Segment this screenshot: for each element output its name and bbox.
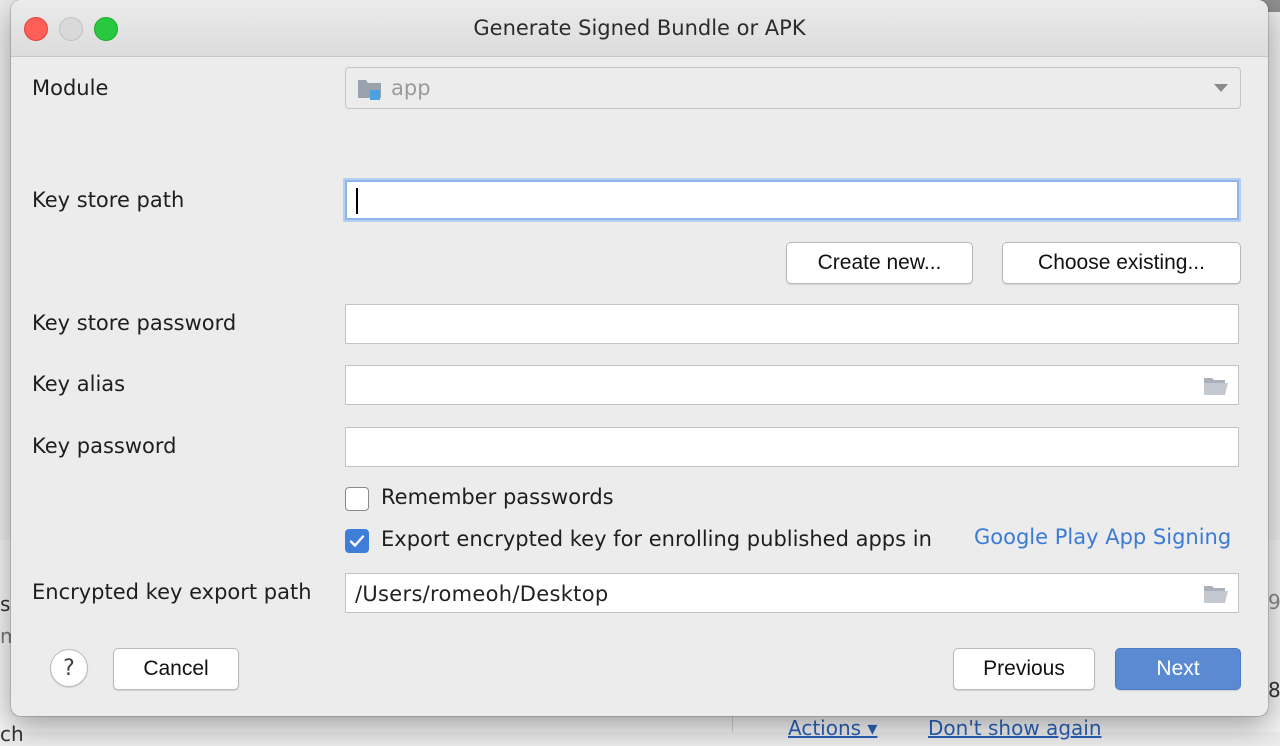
- background-fragment: s: [0, 592, 11, 616]
- title-bar: Generate Signed Bundle or APK: [11, 0, 1268, 57]
- help-button[interactable]: ?: [50, 649, 88, 687]
- create-new-button[interactable]: Create new...: [786, 242, 973, 284]
- export-encrypted-key-checkbox[interactable]: [345, 529, 369, 553]
- next-button[interactable]: Next: [1115, 648, 1241, 690]
- key-alias-label: Key alias: [32, 372, 126, 396]
- key-password-input[interactable]: [345, 427, 1239, 467]
- previous-button[interactable]: Previous: [953, 648, 1095, 690]
- remember-passwords-label: Remember passwords: [381, 485, 614, 509]
- actions-link[interactable]: Actions ▾: [788, 716, 877, 740]
- background-fragment: 8: [1268, 678, 1280, 702]
- google-play-app-signing-link[interactable]: Google Play App Signing: [974, 525, 1231, 549]
- background-divider: [732, 716, 733, 732]
- background-fragment: ch: [0, 722, 24, 746]
- generate-signed-bundle-dialog: Generate Signed Bundle or APK Module app…: [11, 0, 1268, 716]
- key-store-password-input[interactable]: [345, 304, 1239, 344]
- cancel-button[interactable]: Cancel: [113, 648, 239, 690]
- module-label: Module: [32, 76, 109, 100]
- encrypted-key-export-path-label: Encrypted key export path: [32, 580, 312, 604]
- module-folder-icon: [358, 80, 381, 100]
- background-fragment: 9: [1268, 590, 1280, 614]
- encrypted-key-export-path-input[interactable]: /Users/romeoh/Desktop: [345, 573, 1239, 613]
- module-select[interactable]: app: [345, 67, 1241, 109]
- background-notification-bar: ch Actions ▾ Don't show again: [0, 716, 1280, 746]
- key-store-password-label: Key store password: [32, 311, 237, 335]
- background-right-panel: 9 8: [1268, 540, 1280, 732]
- key-alias-input[interactable]: [345, 365, 1239, 405]
- key-store-path-input[interactable]: [345, 180, 1239, 220]
- module-select-value: app: [391, 76, 431, 100]
- key-store-path-label: Key store path: [32, 188, 185, 212]
- browse-folder-icon[interactable]: [1203, 376, 1229, 396]
- export-encrypted-key-label: Export encrypted key for enrolling publi…: [381, 527, 932, 551]
- checkmark-icon: [349, 535, 365, 547]
- choose-existing-button[interactable]: Choose existing...: [1002, 242, 1241, 284]
- dialog-title: Generate Signed Bundle or APK: [473, 16, 806, 40]
- key-password-label: Key password: [32, 434, 177, 458]
- dont-show-again-link[interactable]: Don't show again: [928, 716, 1102, 740]
- encrypted-key-export-path-value: /Users/romeoh/Desktop: [355, 582, 609, 606]
- remember-passwords-checkbox[interactable]: [345, 487, 369, 511]
- chevron-down-icon: [1214, 84, 1228, 92]
- browse-folder-icon[interactable]: [1203, 584, 1229, 604]
- text-caret: [356, 188, 358, 214]
